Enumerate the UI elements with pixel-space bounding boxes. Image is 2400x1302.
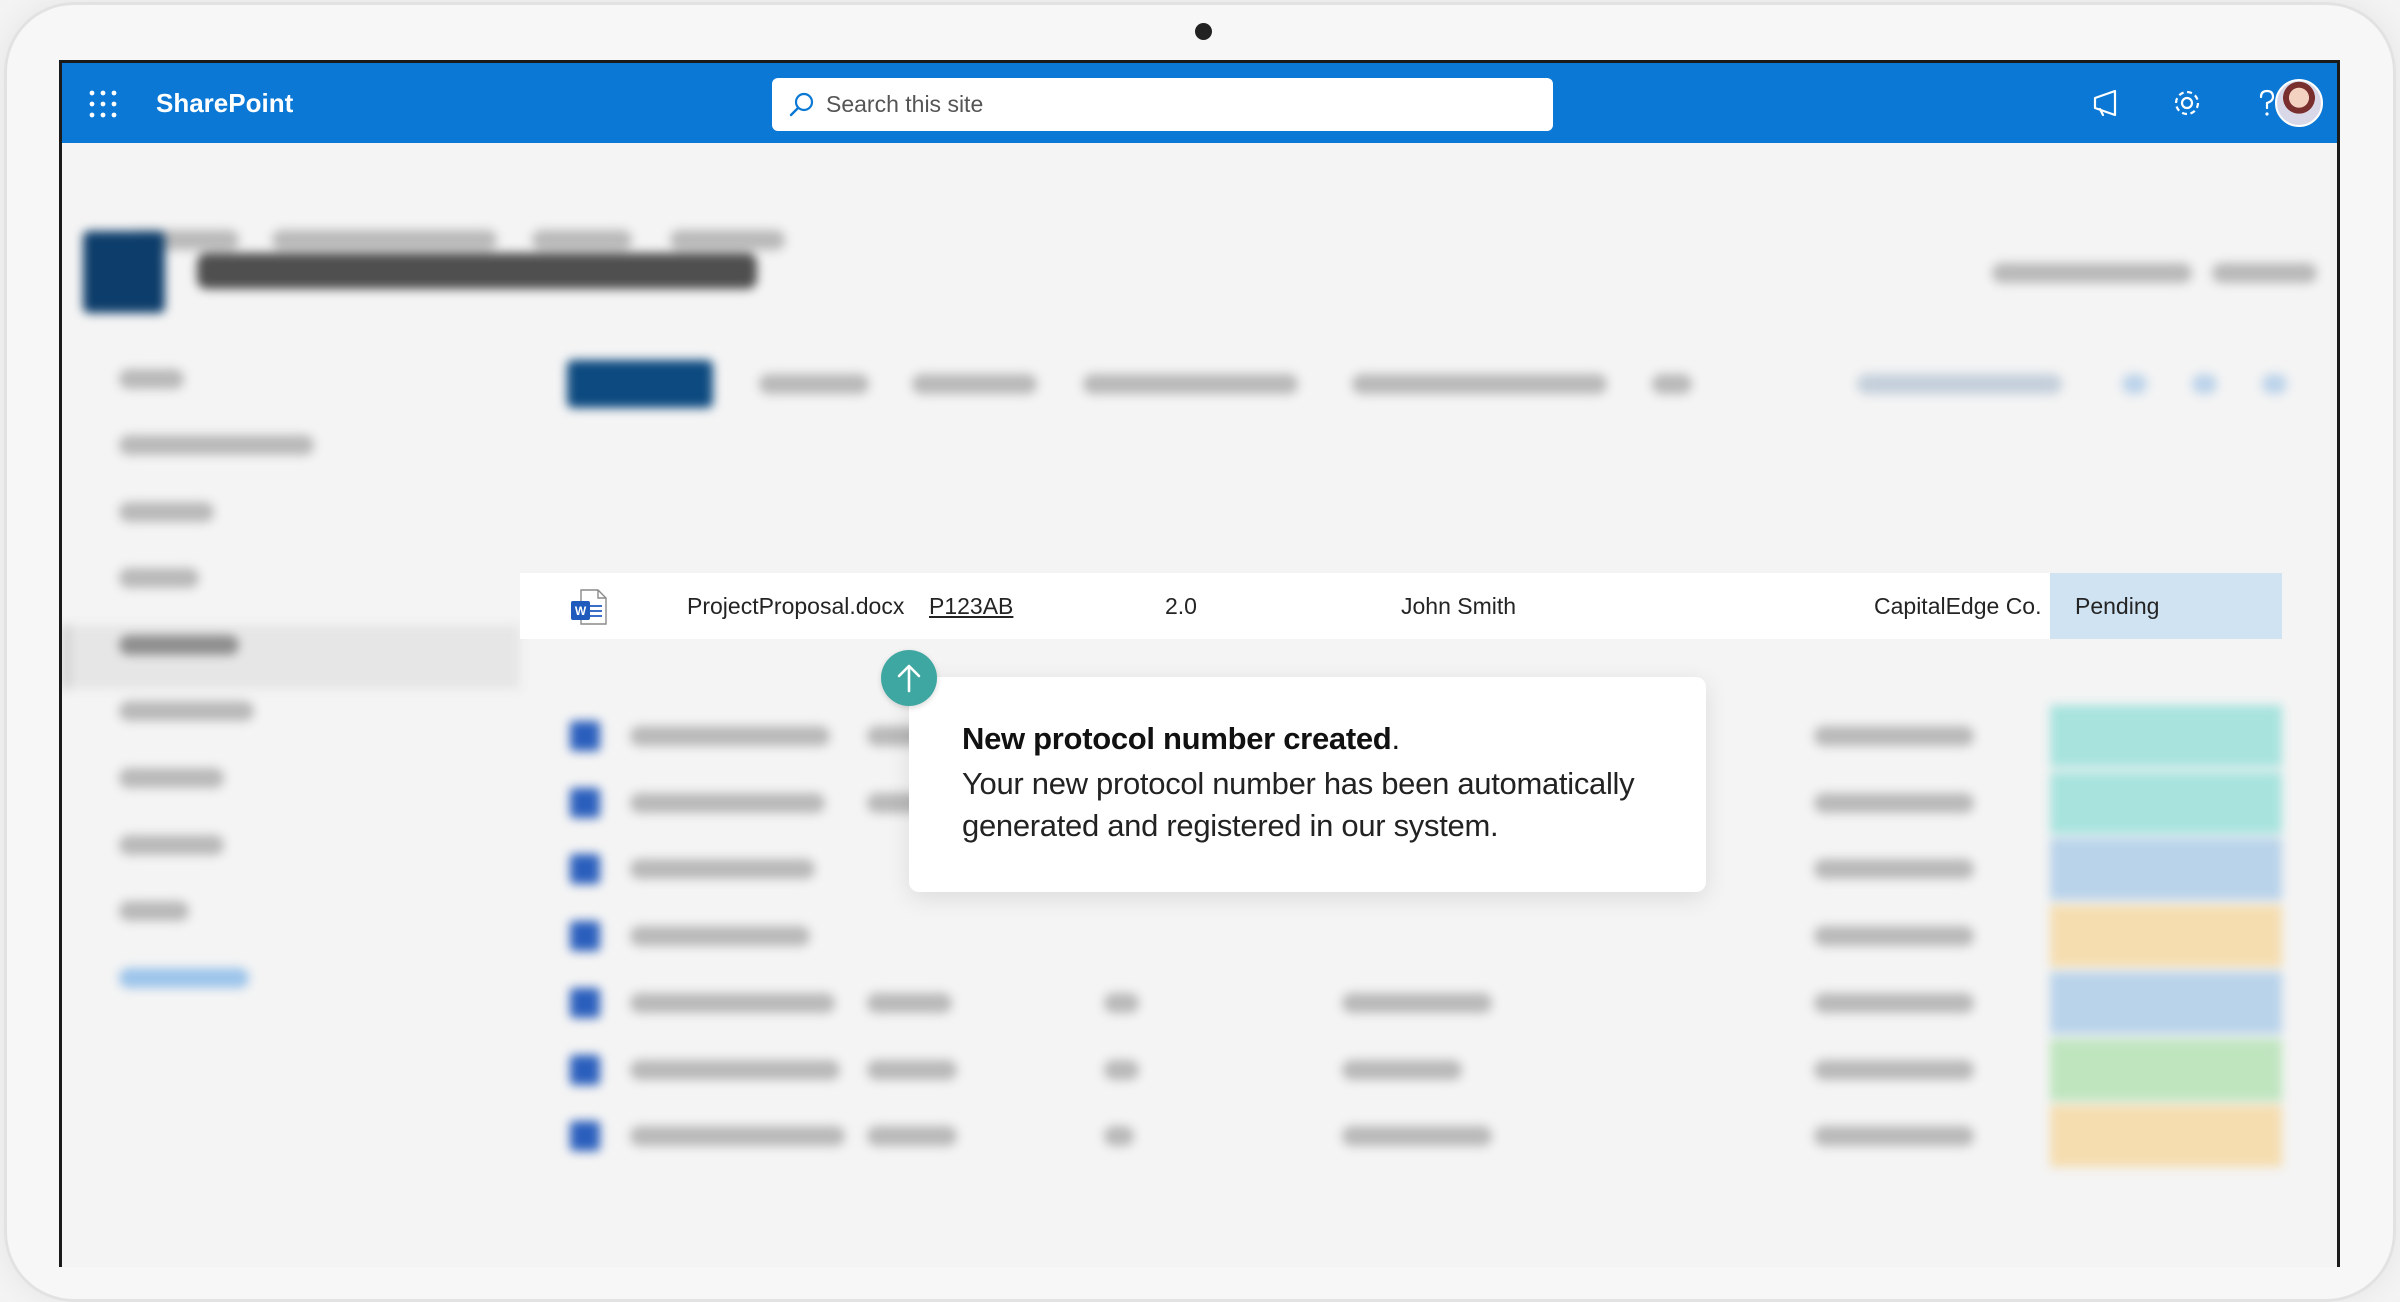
command-item (1083, 374, 1298, 394)
left-nav-item (119, 968, 249, 988)
editor-name: John Smith (1401, 593, 1517, 619)
search-icon (789, 92, 814, 117)
callout-pointer (881, 650, 937, 706)
app-launcher-icon[interactable] (89, 90, 117, 118)
left-nav-item (119, 568, 199, 588)
callout-body: Your new protocol number has been automa… (962, 766, 1635, 843)
left-nav-item (119, 502, 214, 522)
gear-icon[interactable] (2168, 84, 2206, 122)
search-box[interactable]: Search this site (772, 78, 1553, 131)
expand-icon (2262, 374, 2287, 394)
filter-icon (2122, 374, 2147, 394)
hub-nav-item (272, 230, 497, 250)
left-nav-item (119, 701, 254, 721)
language-selector (2212, 263, 2317, 283)
site-title (197, 253, 757, 289)
command-item (1652, 374, 1692, 394)
user-avatar[interactable] (2275, 79, 2323, 127)
hub-nav-item (532, 230, 632, 250)
info-icon (2192, 374, 2217, 394)
view-selector (1857, 374, 2062, 394)
callout-title: New protocol number created. (962, 721, 1400, 757)
site-logo (83, 231, 165, 313)
left-nav-item (119, 635, 239, 655)
notification-callout: New protocol number created. Your new pr… (909, 677, 1706, 892)
new-button (567, 360, 713, 408)
left-nav-item (119, 835, 224, 855)
screen: SharePoint Search this site W ProjectPro… (59, 60, 2340, 1267)
protocol-code-link[interactable]: P123AB (929, 573, 1013, 639)
word-file-icon: W (571, 589, 607, 625)
svg-text:W: W (575, 604, 587, 618)
hub-nav-item (670, 230, 785, 250)
approver-name: CapitalEdge Co. (1874, 593, 2042, 619)
callout-title-period: . (1391, 721, 1400, 756)
command-item (759, 374, 869, 394)
file-name[interactable]: ProjectProposal.docx (687, 573, 904, 639)
megaphone-icon[interactable] (2088, 84, 2126, 122)
follow-button (1992, 263, 2192, 283)
callout-title-text: New protocol number created (962, 721, 1392, 756)
suite-bar: SharePoint Search this site (62, 63, 2337, 143)
arrow-up-icon (897, 664, 921, 693)
approval-status-badge: Pending (2050, 573, 2282, 639)
left-nav-item (119, 435, 314, 455)
version-number: 2.0 (1165, 593, 1197, 619)
table-row-focused[interactable]: W ProjectProposal.docx P123AB 2.0 John S… (520, 573, 2282, 639)
left-nav-active-marker (62, 625, 70, 689)
camera (1195, 23, 1212, 40)
left-nav-item (119, 369, 184, 389)
command-item (1352, 374, 1607, 394)
command-item (912, 374, 1037, 394)
left-nav-item (119, 901, 189, 921)
brand-name[interactable]: SharePoint (156, 85, 293, 121)
left-nav-item (119, 768, 224, 788)
search-input[interactable]: Search this site (826, 78, 983, 131)
